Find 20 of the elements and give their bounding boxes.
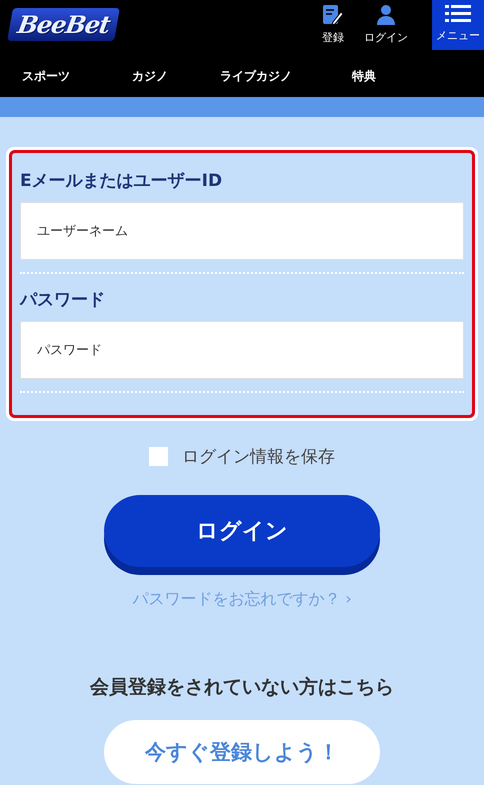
nav-link[interactable]: ライブカジノ (220, 68, 292, 84)
login-button[interactable]: ログイン (104, 495, 380, 567)
signup-heading: 会員登録をされていない方はこちら (90, 675, 394, 700)
field-label: EメールまたはユーザーID (20, 170, 224, 192)
register-button[interactable]: 登録 (312, 0, 354, 48)
checkbox-label: ログイン情報を保存 (182, 446, 335, 468)
input-field[interactable]: パスワード (20, 321, 464, 379)
input-field[interactable]: ユーザーネーム (20, 202, 464, 260)
document-pen-icon (322, 4, 344, 26)
checkbox[interactable] (149, 447, 168, 466)
register-button[interactable]: 今すぐ登録しよう！ (104, 720, 380, 784)
nav-link[interactable]: カジノ (132, 68, 168, 84)
nav-link[interactable]: スポーツ (22, 68, 70, 84)
nav-link[interactable]: 特典 (352, 68, 376, 84)
logo[interactable]: BeeBet (7, 8, 120, 41)
field-label: パスワード (20, 289, 106, 311)
person-icon (376, 4, 396, 26)
menu-button[interactable]: メニュー (432, 0, 484, 50)
login-button[interactable]: ログイン (354, 0, 418, 48)
menu-icon (445, 4, 471, 24)
